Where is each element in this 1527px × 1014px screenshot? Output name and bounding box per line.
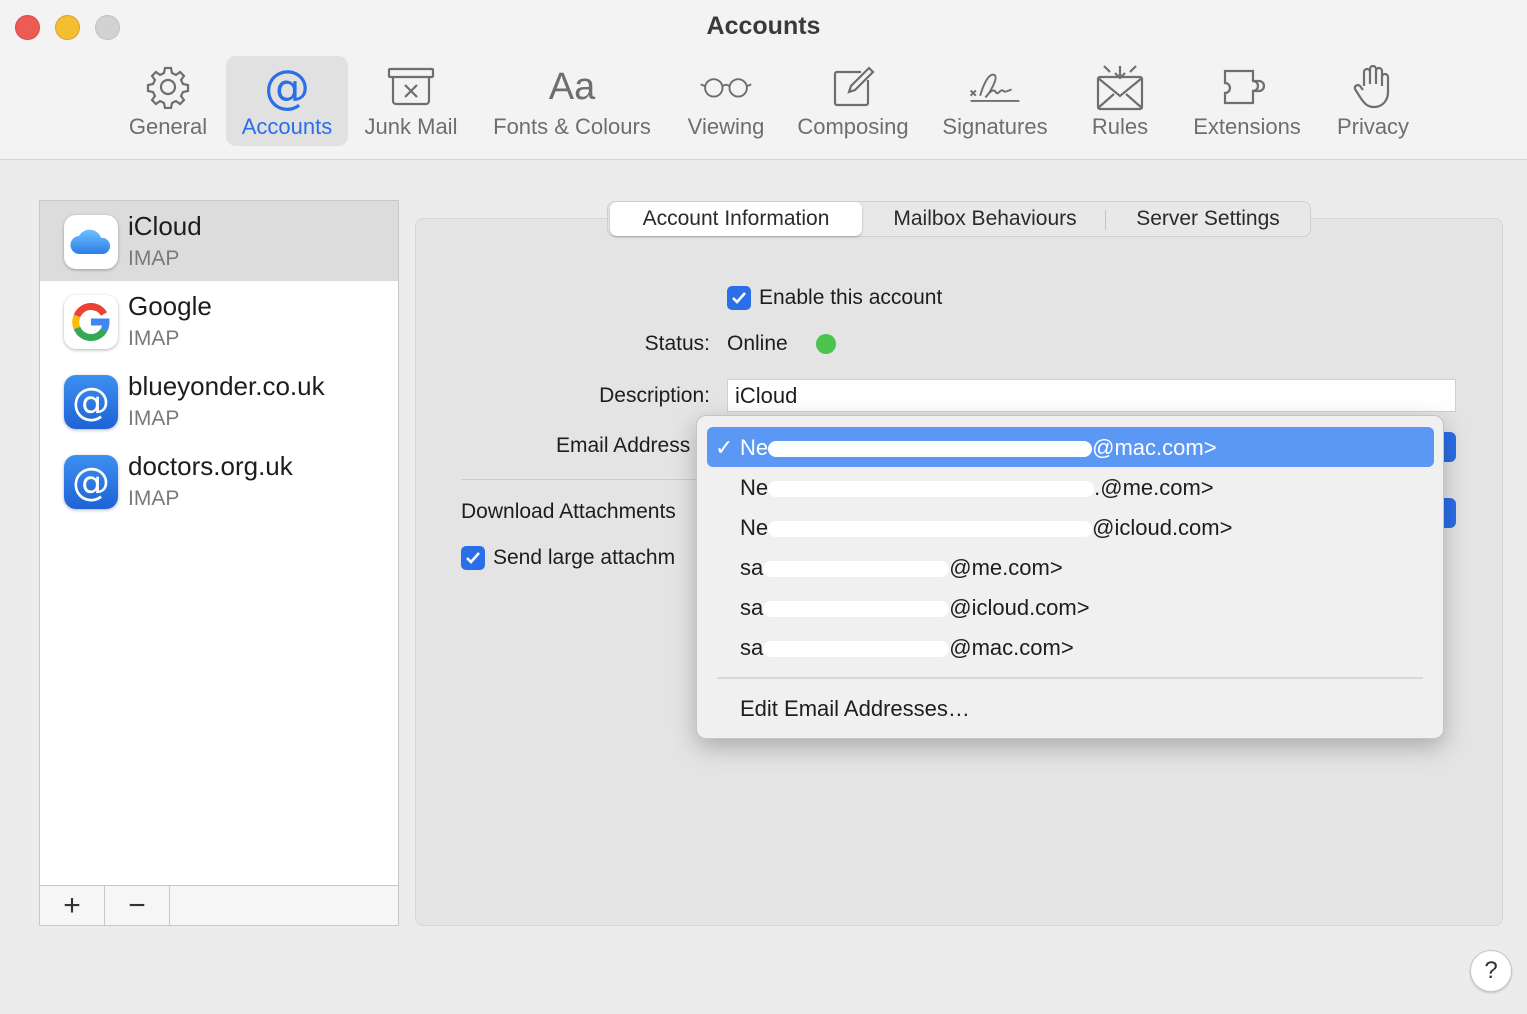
hand-icon <box>1346 62 1400 112</box>
toolbar-label: General <box>128 114 208 139</box>
at-mail-icon: @ <box>64 375 118 429</box>
gear-icon <box>141 62 195 112</box>
rules-icon <box>1093 62 1147 112</box>
junk-mail-icon <box>384 62 438 112</box>
description-label: Description: <box>599 384 710 407</box>
tab-account-information[interactable]: Account Information <box>610 202 862 236</box>
toolbar-label: Fonts & Colours <box>493 114 651 139</box>
toolbar-label: Rules <box>1091 114 1149 139</box>
redaction <box>763 641 950 658</box>
toolbar-composing[interactable]: Composing <box>788 56 918 146</box>
checkmark-icon <box>466 552 480 564</box>
toolbar-label: Accounts <box>241 114 333 139</box>
status-value: Online <box>727 332 788 355</box>
window-title: Accounts <box>706 12 821 40</box>
account-name: Google <box>128 291 212 321</box>
enable-account-label: Enable this account <box>759 286 943 309</box>
email-menu-item[interactable]: ✓ Ne @mac.com> <box>707 427 1434 467</box>
email-address-label: Email Address <box>556 434 691 457</box>
redaction <box>768 521 1093 538</box>
toolbar-accounts[interactable]: @ Accounts <box>226 56 348 146</box>
tab-mailbox-behaviours[interactable]: Mailbox Behaviours <box>868 202 1102 236</box>
help-button[interactable]: ? <box>1470 950 1512 992</box>
enable-account-checkbox[interactable] <box>727 286 751 310</box>
edit-email-addresses-item[interactable]: Edit Email Addresses… <box>707 688 1434 728</box>
toolbar-label: Composing <box>797 114 909 139</box>
account-name: blueyonder.co.uk <box>128 371 325 401</box>
toolbar-junk-mail[interactable]: Junk Mail <box>356 56 466 146</box>
account-type: IMAP <box>128 247 180 270</box>
add-account-button[interactable]: + <box>40 886 105 925</box>
account-row-doctors[interactable]: @ doctors.org.uk IMAP <box>40 441 398 521</box>
account-name: iCloud <box>128 211 202 241</box>
account-row-icloud[interactable]: iCloud IMAP <box>40 201 398 281</box>
tab-server-settings[interactable]: Server Settings <box>1108 202 1308 236</box>
send-large-attachments-label: Send large attachm <box>493 546 676 569</box>
redaction <box>768 481 1095 498</box>
toolbar-label: Signatures <box>942 114 1048 139</box>
at-mail-icon: @ <box>64 455 118 509</box>
checkmark-icon: ✓ <box>715 435 734 460</box>
accounts-sidebar: iCloud IMAP Google IMAP @ blueyonder.co.… <box>39 200 399 926</box>
compose-icon <box>826 62 880 112</box>
toolbar-label: Privacy <box>1336 114 1410 139</box>
toolbar-viewing[interactable]: Viewing <box>678 56 774 146</box>
download-attachments-label: Download Attachments <box>461 500 676 523</box>
account-type: IMAP <box>128 327 180 350</box>
section-divider <box>461 479 699 480</box>
icloud-icon <box>64 215 118 269</box>
email-menu-item[interactable]: Ne .@me.com> <box>707 467 1434 507</box>
toolbar-signatures[interactable]: Signatures <box>932 56 1058 146</box>
menu-separator <box>717 677 1423 679</box>
email-menu-item[interactable]: sa @me.com> <box>707 547 1434 587</box>
status-label: Status: <box>644 332 710 355</box>
glasses-icon <box>699 62 753 112</box>
toolbar-privacy[interactable]: Privacy <box>1326 56 1420 146</box>
redaction <box>768 441 1093 458</box>
remove-account-button[interactable]: − <box>105 886 170 925</box>
toolbar-label: Junk Mail <box>364 114 458 139</box>
tab-bar: Account Information Mailbox Behaviours S… <box>607 201 1311 237</box>
account-name: doctors.org.uk <box>128 451 293 481</box>
email-menu-item[interactable]: sa @mac.com> <box>707 627 1434 667</box>
email-menu-item[interactable]: Ne @icloud.com> <box>707 507 1434 547</box>
account-row-google[interactable]: Google IMAP <box>40 281 398 361</box>
toolbar-fonts-colours[interactable]: Aa Fonts & Colours <box>482 56 662 146</box>
email-address-menu: ✓ Ne @mac.com> Ne .@me.com> Ne @icloud.com>… <box>696 415 1444 739</box>
sidebar-button-bar: + − <box>40 885 398 925</box>
send-large-attachments-checkbox[interactable] <box>461 546 485 570</box>
toolbar-extensions[interactable]: Extensions <box>1184 56 1310 146</box>
checkmark-icon <box>732 292 746 304</box>
account-row-blueyonder[interactable]: @ blueyonder.co.uk IMAP <box>40 361 398 441</box>
tab-divider <box>1105 210 1106 230</box>
email-menu-item[interactable]: sa @icloud.com> <box>707 587 1434 627</box>
extensions-icon <box>1220 62 1274 112</box>
toolbar-general[interactable]: General <box>120 56 216 146</box>
signature-icon <box>968 62 1022 112</box>
account-type: IMAP <box>128 407 180 430</box>
google-icon <box>64 295 118 349</box>
toolbar-rules[interactable]: Rules <box>1080 56 1160 146</box>
status-online-indicator <box>816 334 836 354</box>
redaction <box>763 601 950 618</box>
redaction <box>763 561 950 578</box>
toolbar-label: Extensions <box>1193 114 1301 139</box>
description-input[interactable]: iCloud <box>727 379 1456 412</box>
account-type: IMAP <box>128 487 180 510</box>
at-icon: @ <box>264 60 310 114</box>
fonts-icon: Aa <box>548 66 596 108</box>
window-titlebar: Accounts General @ Accounts Junk Mail Aa… <box>0 0 1527 160</box>
toolbar-label: Viewing <box>687 114 765 139</box>
